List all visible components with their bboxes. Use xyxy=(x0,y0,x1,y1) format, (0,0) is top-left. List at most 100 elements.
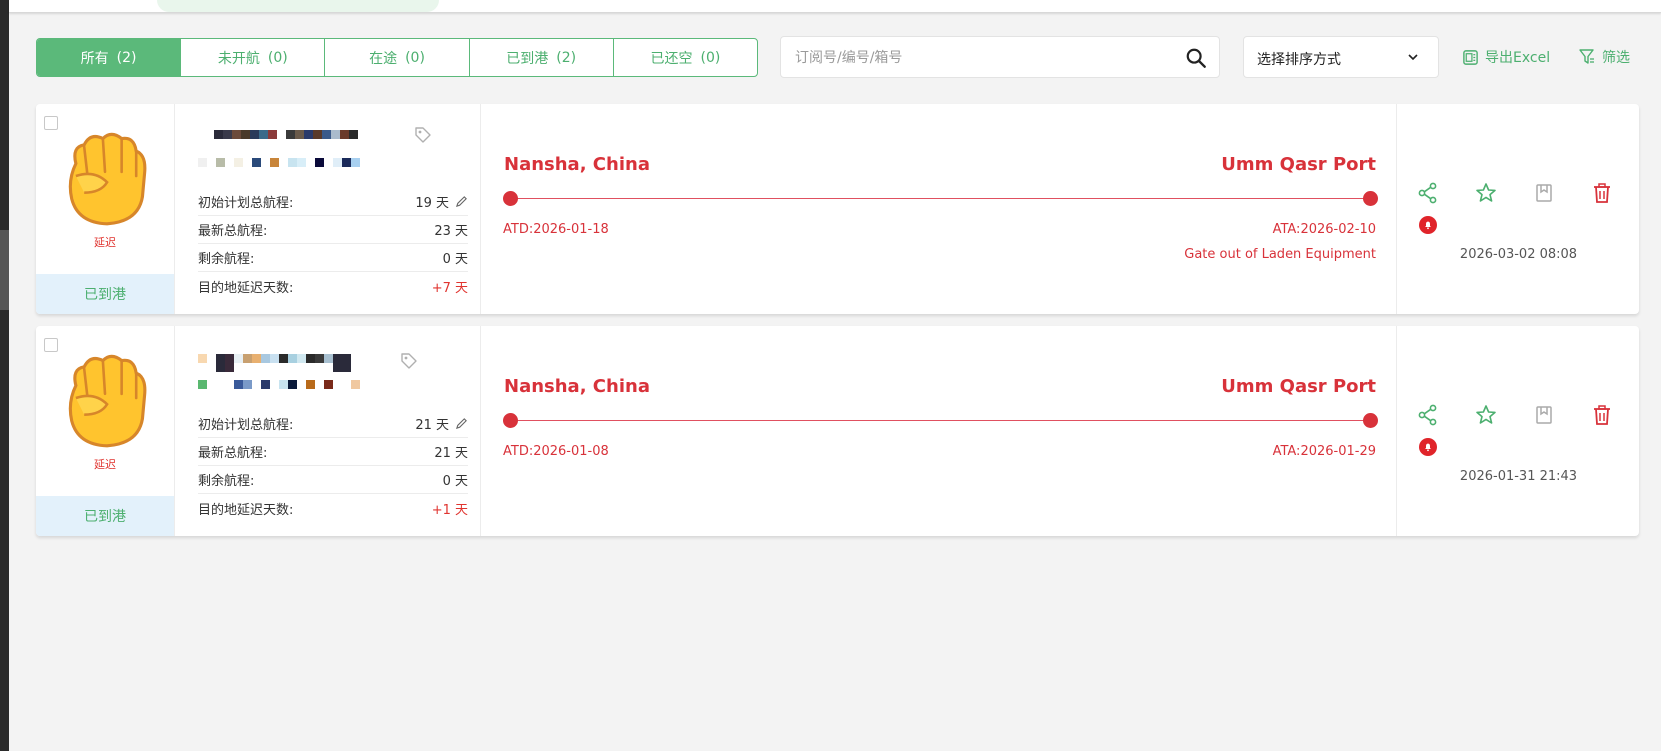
stat-label: 初始计划总航程: xyxy=(198,196,294,211)
card-actions: 2026-01-31 21:43 xyxy=(1396,326,1640,536)
export-excel-button[interactable]: 导出Excel xyxy=(1462,47,1550,67)
top-navigation-bar xyxy=(9,0,1661,13)
origin-port: Nansha, China xyxy=(504,154,650,175)
tab-label: 在途 xyxy=(369,50,398,67)
stat-label: 最新总航程: xyxy=(198,446,268,461)
tab-arrived[interactable]: 已到港 (2) xyxy=(470,39,614,76)
search-icon[interactable] xyxy=(1185,47,1207,69)
tab-count: (0) xyxy=(405,49,425,66)
redacted-subtitle xyxy=(198,158,360,167)
raised-fist-icon xyxy=(68,132,147,226)
status-badge: 已到港 xyxy=(36,274,174,314)
destination-port: Umm Qasr Port xyxy=(1221,376,1376,397)
filter-button[interactable]: 筛选 xyxy=(1578,47,1630,67)
tab-label: 已到港 xyxy=(506,50,549,67)
atd-date: ATD:2026-01-08 xyxy=(503,444,609,459)
stat-value: 23 天 xyxy=(434,224,468,239)
origin-port: Nansha, China xyxy=(504,376,650,397)
tab-count: (2) xyxy=(116,49,137,66)
tag-icon[interactable] xyxy=(400,352,418,370)
star-icon[interactable] xyxy=(1475,404,1497,426)
atd-date: ATD:2026-01-18 xyxy=(503,222,609,237)
origin-dot xyxy=(503,413,518,428)
tab-count: (0) xyxy=(267,49,288,66)
destination-dot xyxy=(1363,191,1378,206)
tab-label: 未开航 xyxy=(217,50,260,67)
share-icon[interactable] xyxy=(1417,404,1439,426)
voyage-stats: 初始计划总航程: 21 天 最新总航程: 21 天 剩余航程: 0 天 目的地延迟天数… xyxy=(198,410,468,522)
filter-icon xyxy=(1579,49,1594,64)
trash-icon[interactable] xyxy=(1591,404,1613,426)
origin-dot xyxy=(503,191,518,206)
destination-dot xyxy=(1363,413,1378,428)
bookmark-icon[interactable] xyxy=(1533,182,1555,204)
route-line xyxy=(510,420,1372,421)
tab-not-departed[interactable]: 未开航 (0) xyxy=(181,39,326,76)
voyage-info: 初始计划总航程: 19 天 最新总航程: 23 天 剩余航程: 0 天 目的地延迟天数… xyxy=(174,104,481,314)
stat-row: 剩余航程: 0 天 xyxy=(198,244,468,272)
destination-port: Umm Qasr Port xyxy=(1221,154,1376,175)
window-edge xyxy=(0,0,9,751)
status-filter-tabs: 所有 (2) 未开航 (0) 在途 (0) 已到港 (2) 已还空 (0) xyxy=(36,38,758,77)
delay-days-value: +1 天 xyxy=(431,502,468,518)
export-excel-label: 导出Excel xyxy=(1485,50,1551,66)
tab-in-transit[interactable]: 在途 (0) xyxy=(325,39,470,76)
tag-icon[interactable] xyxy=(414,126,432,144)
latest-event: Gate out of Laden Equipment xyxy=(1184,247,1376,262)
tab-label: 已还空 xyxy=(650,50,693,67)
route-line xyxy=(510,198,1372,199)
pencil-icon[interactable] xyxy=(455,195,468,208)
bookmark-icon[interactable] xyxy=(1533,404,1555,426)
tab-count: (0) xyxy=(700,49,721,66)
delay-label: 延迟 xyxy=(94,458,116,471)
raised-fist-icon xyxy=(68,354,147,448)
ata-date: ATA:2026-02-10 xyxy=(1272,222,1376,237)
shipment-summary: 延迟 已到港 xyxy=(36,326,175,536)
voyage-info: 初始计划总航程: 21 天 最新总航程: 21 天 剩余航程: 0 天 目的地延迟天数… xyxy=(174,326,481,536)
delay-days-value: +7 天 xyxy=(431,280,468,296)
shipment-card: 延迟 已到港 初始计划总航程: 19 天 最新总航程: 23 天 剩余航程: 0 天 … xyxy=(36,104,1639,314)
status-badge: 已到港 xyxy=(36,496,174,536)
shipment-summary: 延迟 已到港 xyxy=(36,104,175,314)
stat-row: 最新总航程: 23 天 xyxy=(198,216,468,244)
stat-row: 初始计划总航程: 19 天 xyxy=(198,188,468,216)
updated-timestamp: 2026-01-31 21:43 xyxy=(1459,469,1578,484)
redacted-subtitle xyxy=(198,380,360,389)
stat-value: 0 天 xyxy=(442,474,468,489)
stat-value: 19 天 xyxy=(415,196,449,211)
updated-timestamp: 2026-03-02 08:08 xyxy=(1459,247,1578,262)
redacted-title xyxy=(198,354,351,372)
card-actions: 2026-03-02 08:08 xyxy=(1396,104,1640,314)
search-box xyxy=(780,36,1220,79)
stat-value: 21 天 xyxy=(415,418,449,433)
stat-label: 目的地延迟天数: xyxy=(198,280,294,296)
stat-label: 剩余航程: xyxy=(198,252,255,267)
notification-bell-icon[interactable] xyxy=(1419,438,1437,456)
sort-select-value: 选择排序方式 xyxy=(1257,52,1341,68)
delay-label: 延迟 xyxy=(94,236,116,249)
stat-label: 剩余航程: xyxy=(198,474,255,489)
stat-label: 目的地延迟天数: xyxy=(198,502,294,518)
tab-empty-returned[interactable]: 已还空 (0) xyxy=(614,39,757,76)
stat-row: 剩余航程: 0 天 xyxy=(198,466,468,494)
chevron-down-icon xyxy=(1408,54,1418,61)
notification-bell-icon[interactable] xyxy=(1419,216,1437,234)
redacted-title xyxy=(214,130,358,139)
route-timeline: Nansha, China Umm Qasr Port ATD:2026-01-… xyxy=(480,104,1396,314)
pencil-icon[interactable] xyxy=(455,417,468,430)
stat-row: 初始计划总航程: 21 天 xyxy=(198,410,468,438)
search-input[interactable] xyxy=(793,37,1177,79)
excel-icon xyxy=(1463,49,1478,65)
share-icon[interactable] xyxy=(1417,182,1439,204)
voyage-stats: 初始计划总航程: 19 天 最新总航程: 23 天 剩余航程: 0 天 目的地延迟天数… xyxy=(198,188,468,300)
sort-select[interactable]: 选择排序方式 xyxy=(1243,36,1439,78)
stat-value: 0 天 xyxy=(442,252,468,267)
stat-label: 最新总航程: xyxy=(198,224,268,239)
stat-label: 初始计划总航程: xyxy=(198,418,294,433)
stat-value: 21 天 xyxy=(434,446,468,461)
stat-row: 目的地延迟天数: +1 天 xyxy=(198,494,468,522)
trash-icon[interactable] xyxy=(1591,182,1613,204)
tab-all[interactable]: 所有 (2) xyxy=(37,39,182,76)
star-icon[interactable] xyxy=(1475,182,1497,204)
stat-row: 目的地延迟天数: +7 天 xyxy=(198,272,468,300)
